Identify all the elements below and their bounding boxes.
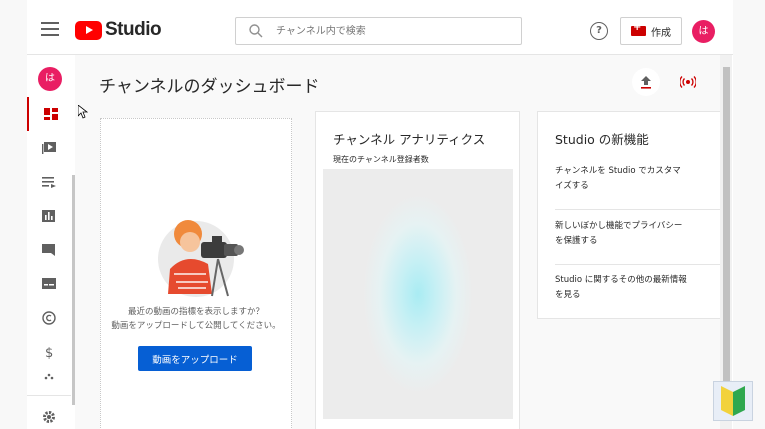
- sidebar-item-playlists[interactable]: [27, 165, 71, 199]
- go-live-button[interactable]: [674, 68, 702, 96]
- live-stream-icon: [680, 76, 696, 88]
- studio-window: Studio ? 作成 は は: [0, 0, 765, 429]
- top-bar: Studio ? 作成 は: [27, 6, 733, 55]
- news-divider: [555, 209, 721, 210]
- create-button[interactable]: 作成: [620, 17, 682, 45]
- search-icon: [249, 24, 263, 38]
- upload-icon: [641, 76, 651, 89]
- svg-text:$: $: [45, 346, 53, 359]
- sidebar-item-comments[interactable]: [27, 233, 71, 267]
- current-subscribers-label: 現在のチャンネル登録者数: [333, 155, 429, 164]
- settings-icon: [43, 411, 55, 423]
- search-input[interactable]: [274, 24, 498, 38]
- news-divider: [555, 264, 721, 265]
- search-box[interactable]: [235, 17, 522, 45]
- sidebar-item-copyright[interactable]: [27, 301, 71, 335]
- copyright-icon: [42, 311, 56, 325]
- main-scrollbar[interactable]: [720, 55, 732, 429]
- sidebar-item-analytics[interactable]: [27, 199, 71, 233]
- content-icon: [42, 142, 56, 154]
- upload-prompt-line1: 最近の動画の指標を表示しますか？: [127, 307, 264, 317]
- page-title: チャンネルのダッシュボード: [99, 77, 320, 97]
- help-icon[interactable]: ?: [590, 22, 608, 40]
- sidebar-item-dashboard[interactable]: [27, 97, 73, 131]
- blurred-analytics-area: [323, 169, 513, 419]
- sidebar-item-settings[interactable]: [27, 400, 71, 429]
- dashboard-main: チャンネルのダッシュボード 最近の動画の指標を表示しますか？ 動画をアップロード…: [75, 55, 722, 429]
- news-item[interactable]: チャンネルを Studio でカスタマ イズする: [555, 164, 705, 194]
- customization-icon: [44, 373, 54, 380]
- account-avatar[interactable]: は: [692, 20, 715, 43]
- monetization-icon: $: [45, 346, 53, 359]
- upload-videos-button[interactable]: [632, 68, 660, 96]
- create-label: 作成: [651, 27, 671, 39]
- news-item[interactable]: Studio に関するその他の最新情報 を見る: [555, 273, 705, 303]
- create-video-icon: [631, 22, 646, 36]
- youtube-play-icon: [75, 20, 102, 40]
- channel-avatar[interactable]: は: [38, 67, 62, 91]
- analytics-title: チャンネル アナリティクス: [333, 132, 486, 147]
- logo-text: Studio: [105, 19, 162, 40]
- upload-card: 最近の動画の指標を表示しますか？ 動画をアップロードして公開してください。 動画…: [100, 118, 292, 429]
- hamburger-menu-icon[interactable]: [41, 22, 59, 36]
- mouse-cursor-icon: [78, 105, 88, 119]
- upload-prompt-line2: 動画をアップロードして公開してください。: [111, 321, 281, 331]
- whats-new-card: Studio の新機能 チャンネルを Studio でカスタマ イズする 新しい…: [537, 111, 722, 319]
- dashboard-icon: [44, 108, 58, 120]
- news-item[interactable]: 新しいぼかし機能でプライバシー を保護する: [555, 219, 705, 249]
- upload-video-button[interactable]: 動画をアップロード: [138, 346, 252, 371]
- sidebar: は $: [27, 55, 76, 429]
- analytics-icon: [42, 210, 55, 222]
- sidebar-item-monetization[interactable]: $: [27, 335, 71, 369]
- beginner-mark-icon: [713, 381, 753, 421]
- camera-person-illustration: [158, 220, 244, 297]
- sidebar-item-subtitles[interactable]: [27, 267, 71, 301]
- sidebar-item-customization[interactable]: [27, 367, 71, 387]
- scroll-thumb[interactable]: [723, 67, 730, 417]
- channel-analytics-card: チャンネル アナリティクス 現在のチャンネル登録者数: [315, 111, 520, 429]
- subtitles-icon: [42, 278, 56, 289]
- whats-new-title: Studio の新機能: [555, 132, 649, 147]
- playlists-icon: [42, 177, 56, 188]
- sidebar-item-content[interactable]: [27, 131, 71, 165]
- right-margin: [733, 0, 765, 429]
- studio-logo[interactable]: Studio: [75, 19, 162, 41]
- sidebar-divider: [27, 395, 71, 396]
- comments-icon: [42, 244, 55, 256]
- left-margin: [0, 0, 27, 429]
